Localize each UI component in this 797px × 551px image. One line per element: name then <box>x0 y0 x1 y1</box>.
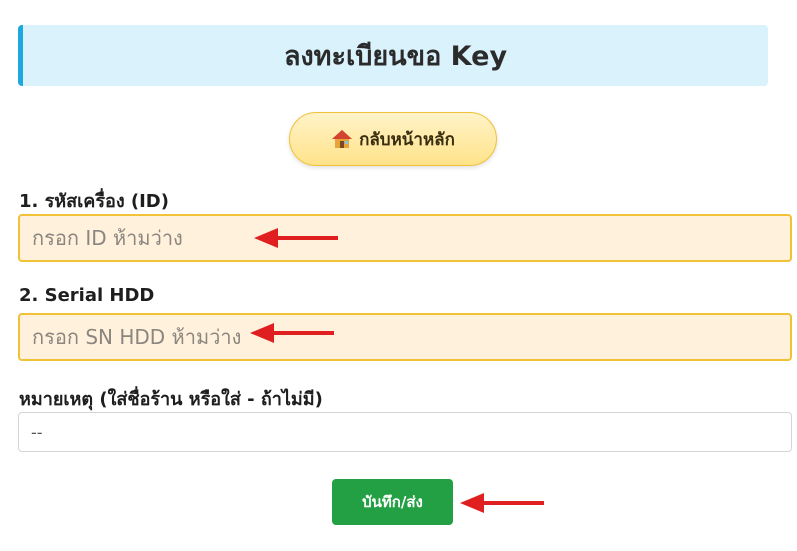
machine-id-placeholder: กรอก ID ห้ามว่าง <box>32 226 183 250</box>
note-value: -- <box>31 422 43 442</box>
machine-id-input[interactable]: กรอก ID ห้ามว่าง <box>18 214 792 262</box>
red-arrow-icon <box>250 323 334 343</box>
note-label: หมายเหตุ (ใส่ชื่อร้าน หรือใส่ - ถ้าไม่มี… <box>19 389 323 410</box>
machine-id-label: 1. รหัสเครื่อง (ID) <box>19 191 169 212</box>
register-key-page: ลงทะเบียนขอ Key กลับหน้าหลัก 1. รหัสเครื… <box>0 0 797 551</box>
note-input[interactable]: -- <box>18 412 792 452</box>
red-arrow-icon <box>460 493 544 513</box>
serial-hdd-placeholder: กรอก SN HDD ห้ามว่าง <box>32 325 242 349</box>
page-title: ลงทะเบียนขอ Key <box>283 41 508 72</box>
back-home-label: กลับหน้าหลัก <box>359 129 455 150</box>
page-header: ลงทะเบียนขอ Key <box>18 25 768 86</box>
red-arrow-icon <box>254 228 338 248</box>
house-icon <box>332 130 353 148</box>
back-home-button[interactable]: กลับหน้าหลัก <box>289 112 497 166</box>
submit-button[interactable]: บันทึก/ส่ง <box>332 479 453 525</box>
submit-label: บันทึก/ส่ง <box>362 493 423 511</box>
serial-hdd-label: 2. Serial HDD <box>19 285 155 306</box>
serial-hdd-input[interactable]: กรอก SN HDD ห้ามว่าง <box>18 313 792 361</box>
